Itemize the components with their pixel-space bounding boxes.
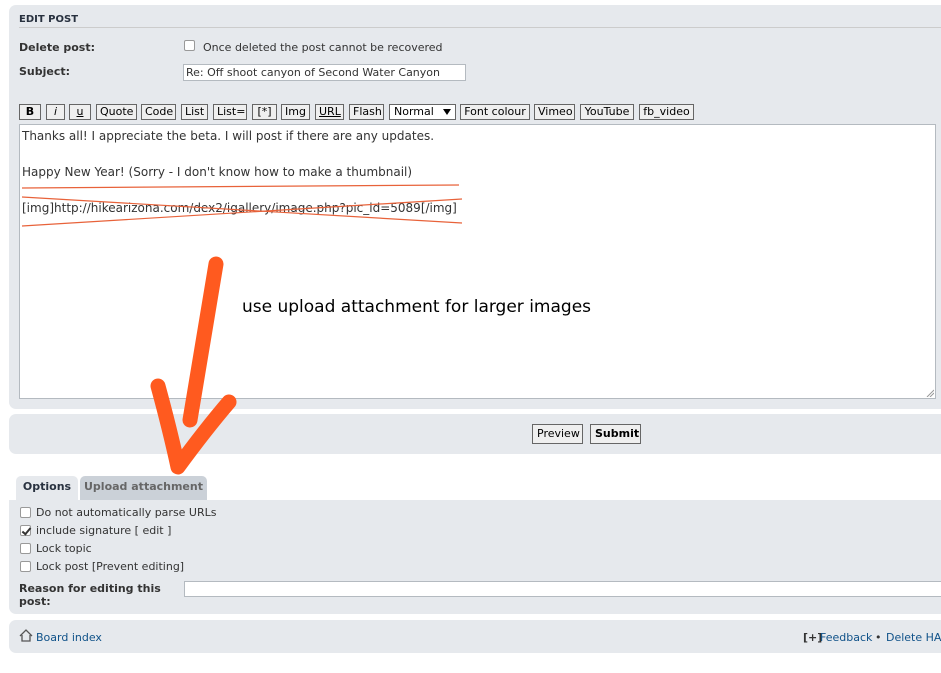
flash-button[interactable]: Flash [349,104,384,120]
delete-post-label: Delete post: [19,41,96,54]
submit-panel [9,414,941,454]
message-line: Happy New Year! (Sorry - I don't know ho… [22,165,413,179]
board-index-link[interactable]: Board index [36,631,102,644]
feedback-link[interactable]: Feedback [820,631,872,644]
italic-button[interactable]: i [46,104,65,120]
resize-grip-icon[interactable] [926,389,934,397]
font-size-value: Normal [394,105,434,118]
tab-options[interactable]: Options [16,476,78,501]
message-textarea[interactable]: Thanks all! I appreciate the beta. I wil… [19,124,936,399]
lock-topic-checkbox[interactable] [20,543,31,554]
message-line: Thanks all! I appreciate the beta. I wil… [22,129,435,143]
header-divider [19,27,941,28]
delete-post-text: Once deleted the post cannot be recovere… [203,41,443,54]
reason-label-cont: post: [19,595,51,608]
parse-urls-checkbox[interactable] [20,507,31,518]
chevron-down-icon [443,109,451,115]
font-size-select[interactable]: Normal [389,104,456,120]
lock-post-label: Lock post [Prevent editing] [36,560,185,573]
tab-upload-attachment[interactable]: Upload attachment [80,476,207,500]
font-colour-button[interactable]: Font colour [460,104,530,120]
lock-post-checkbox[interactable] [20,561,31,572]
url-button[interactable]: URL [315,104,344,120]
fb-video-button[interactable]: fb_video [639,104,694,120]
list-ordered-button[interactable]: List= [213,104,247,120]
include-signature-checkbox[interactable] [20,525,31,536]
footer-separator: • [875,631,882,644]
home-icon [19,629,33,642]
delete-post-checkbox[interactable] [184,40,195,51]
img-button[interactable]: Img [281,104,310,120]
bold-button[interactable]: B [19,104,41,120]
preview-button[interactable]: Preview [532,424,583,444]
include-signature-label: include signature [ edit ] [36,524,172,537]
footer-bar [9,620,941,653]
underline-button[interactable]: u [69,104,91,120]
lock-topic-label: Lock topic [36,542,92,555]
vimeo-button[interactable]: Vimeo [534,104,575,120]
subject-label: Subject: [19,65,71,78]
submit-button[interactable]: Submit [590,424,641,444]
delete-link[interactable]: Delete HA [886,631,941,644]
panel-title: EDIT POST [19,14,79,25]
reason-input[interactable] [184,581,941,597]
reason-label: Reason for editing this [19,582,161,595]
annotation-note: use upload attachment for larger images [242,297,592,317]
youtube-button[interactable]: YouTube [580,104,634,120]
subject-input[interactable] [183,64,466,81]
parse-urls-label: Do not automatically parse URLs [36,506,217,519]
list-button[interactable]: List [181,104,208,120]
quote-button[interactable]: Quote [96,104,137,120]
message-line: [img]http://hikearizona.com/dex2/igaller… [22,201,457,215]
list-item-button[interactable]: [*] [252,104,277,120]
code-button[interactable]: Code [141,104,176,120]
